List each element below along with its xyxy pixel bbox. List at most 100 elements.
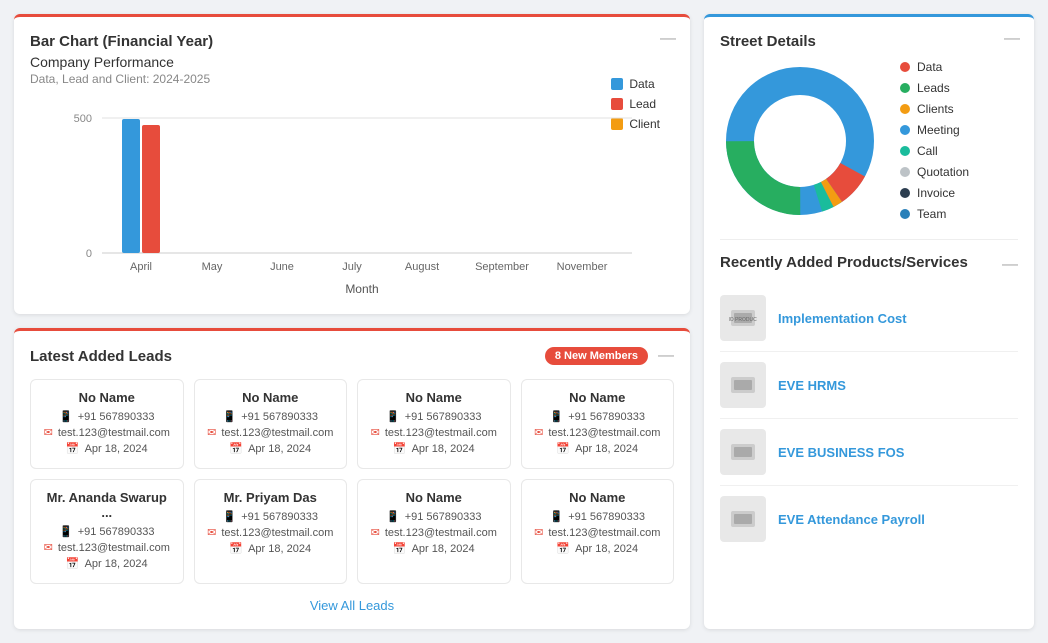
leads-minimize[interactable]: — xyxy=(658,347,674,365)
bar-chart-card: — Bar Chart (Financial Year) Company Per… xyxy=(14,14,690,314)
product-name-2: EVE BUSINESS FOS xyxy=(778,445,904,460)
lead-phone-5: 📱 +91 567890333 xyxy=(205,510,337,523)
email-icon-3: ✉ xyxy=(534,426,543,439)
donut-legend-invoice: Invoice xyxy=(900,186,969,200)
lead-card-3[interactable]: No Name 📱 +91 567890333 ✉ test.123@testm… xyxy=(521,379,675,469)
lead-card-6[interactable]: No Name 📱 +91 567890333 ✉ test.123@testm… xyxy=(357,479,511,584)
date-icon-7: 📅 xyxy=(556,542,570,555)
lead-phone-2: 📱 +91 567890333 xyxy=(368,410,500,423)
svg-text:500: 500 xyxy=(74,113,92,125)
view-all-leads-link[interactable]: View All Leads xyxy=(310,598,394,613)
email-icon-1: ✉ xyxy=(207,426,216,439)
phone-icon-1: 📱 xyxy=(223,410,237,423)
leads-header-right: 8 New Members — xyxy=(545,347,674,365)
product-item-3: EVE Attendance Payroll xyxy=(720,486,1018,552)
email-icon-2: ✉ xyxy=(371,426,380,439)
product-icon-0: NO PRODUCT xyxy=(729,304,757,332)
svg-text:May: May xyxy=(202,261,223,273)
donut-legend: Data Leads Clients Meeting Call xyxy=(900,60,969,221)
phone-icon-0: 📱 xyxy=(59,410,73,423)
svg-text:June: June xyxy=(270,261,294,273)
product-icon-3 xyxy=(729,505,757,533)
lead-phone-1: 📱 +91 567890333 xyxy=(205,410,337,423)
donut-meeting-dot xyxy=(900,125,910,135)
product-item-1: EVE HRMS xyxy=(720,352,1018,419)
donut-container: Data Leads Clients Meeting Call xyxy=(720,60,1018,221)
product-icon-1 xyxy=(729,371,757,399)
lead-email-2: ✉ test.123@testmail.com xyxy=(368,426,500,439)
bar-chart-minimize[interactable]: — xyxy=(660,31,676,47)
lead-name-6: No Name xyxy=(368,490,500,505)
svg-text:November: November xyxy=(557,261,608,273)
donut-data-label: Data xyxy=(917,60,942,74)
svg-text:August: August xyxy=(405,261,439,273)
lead-date-4: 📅 Apr 18, 2024 xyxy=(41,557,173,570)
lead-name-1: No Name xyxy=(205,390,337,405)
lead-card-4[interactable]: Mr. Ananda Swarup ... 📱 +91 567890333 ✉ … xyxy=(30,479,184,584)
lead-email-0: ✉ test.123@testmail.com xyxy=(41,426,173,439)
new-members-badge: 8 New Members xyxy=(545,347,648,365)
legend-data-dot xyxy=(611,78,623,90)
email-icon-4: ✉ xyxy=(44,541,53,554)
phone-icon-3: 📱 xyxy=(550,410,564,423)
products-section: Recently Added Products/Services — NO PR… xyxy=(720,239,1018,552)
bar-chart-svg: 500 0 April May June July August Septemb… xyxy=(30,98,674,298)
street-minimize[interactable]: — xyxy=(1004,31,1020,47)
lead-card-0[interactable]: No Name 📱 +91 567890333 ✉ test.123@testm… xyxy=(30,379,184,469)
lead-name-0: No Name xyxy=(41,390,173,405)
donut-leads-dot xyxy=(900,83,910,93)
lead-card-1[interactable]: No Name 📱 +91 567890333 ✉ test.123@testm… xyxy=(194,379,348,469)
lead-email-5: ✉ test.123@testmail.com xyxy=(205,526,337,539)
donut-invoice-label: Invoice xyxy=(917,186,955,200)
lead-card-2[interactable]: No Name 📱 +91 567890333 ✉ test.123@testm… xyxy=(357,379,511,469)
phone-icon-5: 📱 xyxy=(223,510,237,523)
lead-card-7[interactable]: No Name 📱 +91 567890333 ✉ test.123@testm… xyxy=(521,479,675,584)
donut-legend-quotation: Quotation xyxy=(900,165,969,179)
product-icon-2 xyxy=(729,438,757,466)
donut-clients-dot xyxy=(900,104,910,114)
lead-date-6: 📅 Apr 18, 2024 xyxy=(368,542,500,555)
date-icon-2: 📅 xyxy=(393,442,407,455)
email-icon-0: ✉ xyxy=(44,426,53,439)
lead-name-3: No Name xyxy=(532,390,664,405)
lead-phone-3: 📱 +91 567890333 xyxy=(532,410,664,423)
donut-team-label: Team xyxy=(917,207,946,221)
donut-legend-meeting: Meeting xyxy=(900,123,969,137)
lead-phone-0: 📱 +91 567890333 xyxy=(41,410,173,423)
products-minimize[interactable]: — xyxy=(1002,257,1018,273)
lead-name-7: No Name xyxy=(532,490,664,505)
bar-chart-company: Company Performance xyxy=(30,54,674,70)
product-thumb-1 xyxy=(720,362,766,408)
lead-date-5: 📅 Apr 18, 2024 xyxy=(205,542,337,555)
svg-text:Month: Month xyxy=(345,282,378,296)
lead-email-4: ✉ test.123@testmail.com xyxy=(41,541,173,554)
phone-icon-2: 📱 xyxy=(386,410,400,423)
lead-email-3: ✉ test.123@testmail.com xyxy=(532,426,664,439)
donut-legend-data: Data xyxy=(900,60,969,74)
donut-quotation-dot xyxy=(900,167,910,177)
lead-date-0: 📅 Apr 18, 2024 xyxy=(41,442,173,455)
lead-date-3: 📅 Apr 18, 2024 xyxy=(532,442,664,455)
phone-icon-6: 📱 xyxy=(386,510,400,523)
phone-icon-4: 📱 xyxy=(59,525,73,538)
product-item-2: EVE BUSINESS FOS xyxy=(720,419,1018,486)
product-thumb-2 xyxy=(720,429,766,475)
lead-date-7: 📅 Apr 18, 2024 xyxy=(532,542,664,555)
chart-area: 500 0 April May June July August Septemb… xyxy=(30,98,674,298)
donut-meeting-label: Meeting xyxy=(917,123,960,137)
lead-card-5[interactable]: Mr. Priyam Das 📱 +91 567890333 ✉ test.12… xyxy=(194,479,348,584)
donut-legend-clients: Clients xyxy=(900,102,969,116)
legend-data: Data xyxy=(611,77,660,91)
svg-text:September: September xyxy=(475,261,529,273)
email-icon-6: ✉ xyxy=(371,526,380,539)
donut-invoice-dot xyxy=(900,188,910,198)
lead-phone-4: 📱 +91 567890333 xyxy=(41,525,173,538)
lead-date-1: 📅 Apr 18, 2024 xyxy=(205,442,337,455)
date-icon-6: 📅 xyxy=(393,542,407,555)
svg-text:July: July xyxy=(342,261,362,273)
street-title: Street Details xyxy=(720,33,1018,50)
product-name-1: EVE HRMS xyxy=(778,378,846,393)
donut-chart xyxy=(720,61,880,221)
svg-text:0: 0 xyxy=(86,248,92,260)
product-name-0: Implementation Cost xyxy=(778,311,907,326)
